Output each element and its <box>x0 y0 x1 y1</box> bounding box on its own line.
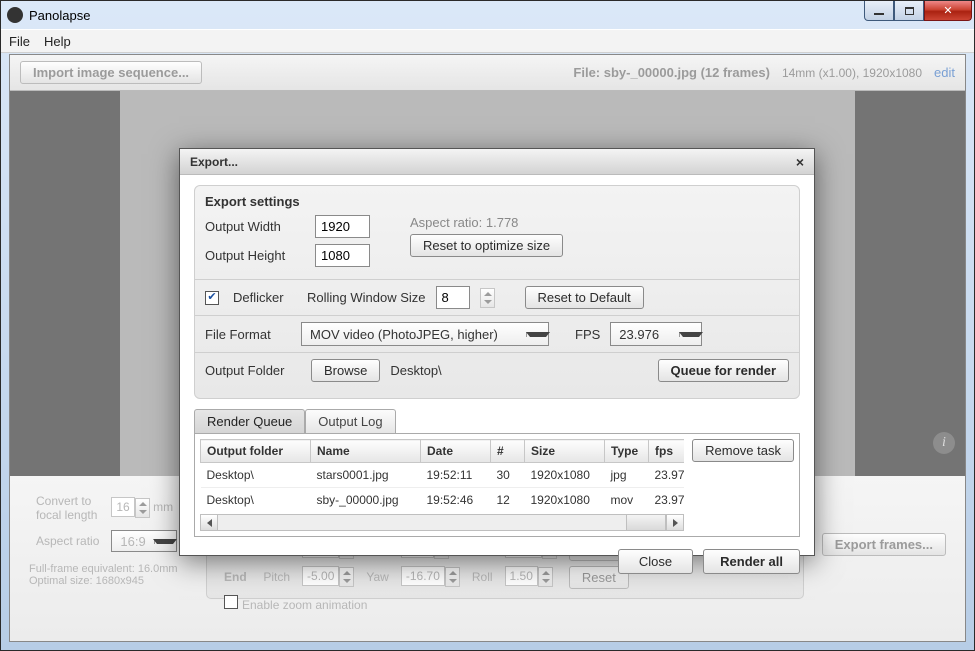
chevron-left-icon <box>207 519 212 527</box>
rolling-window-label: Rolling Window Size <box>307 290 426 305</box>
convert-focal-label: Convert to focal length <box>31 491 104 525</box>
render-all-button[interactable]: Render all <box>703 549 800 574</box>
enable-zoom-label: Enable zoom animation <box>242 598 367 612</box>
tab-render-queue[interactable]: Render Queue <box>194 409 305 433</box>
reset-optimize-size-button[interactable]: Reset to optimize size <box>410 234 563 257</box>
output-height-label: Output Height <box>205 248 305 263</box>
table-row[interactable]: Desktop\sby-_00000.jpg19:52:46121920x108… <box>201 488 685 513</box>
file-format-value: MOV video (PhotoJPEG, higher) <box>302 327 526 342</box>
scroll-left-button[interactable] <box>201 515 218 530</box>
output-width-label: Output Width <box>205 219 305 234</box>
col-fps[interactable]: fps <box>649 440 685 463</box>
full-frame-equiv: Full-frame equivalent: 16.0mm <box>29 563 194 575</box>
aspect-ratio-select[interactable]: 16:9 <box>111 530 176 552</box>
reset-default-button[interactable]: Reset to Default <box>525 286 644 309</box>
output-width-input[interactable] <box>315 215 370 238</box>
close-button[interactable]: ✕ <box>924 1 972 21</box>
output-folder-label: Output Folder <box>205 363 301 378</box>
menu-file[interactable]: File <box>9 34 30 49</box>
info-icon[interactable]: i <box>933 432 955 454</box>
scroll-right-button[interactable] <box>666 515 683 530</box>
col-count[interactable]: # <box>491 440 525 463</box>
deflicker-label: Deflicker <box>233 290 297 305</box>
menu-help[interactable]: Help <box>44 34 71 49</box>
minimize-button[interactable] <box>864 1 894 21</box>
table-row[interactable]: Desktop\stars0001.jpg19:52:11301920x1080… <box>201 463 685 488</box>
fps-value: 23.976 <box>611 327 679 342</box>
rolling-window-input[interactable] <box>436 286 470 309</box>
chevron-down-icon <box>679 332 703 337</box>
maximize-button[interactable] <box>894 1 924 21</box>
chevron-down-icon <box>526 332 550 337</box>
fps-label: FPS <box>575 327 600 342</box>
col-output-folder[interactable]: Output folder <box>201 440 311 463</box>
app-icon <box>7 7 23 23</box>
rolling-window-spinner[interactable] <box>480 288 495 308</box>
export-frames-button[interactable]: Export frames... <box>822 533 946 556</box>
optimal-size: Optimal size: 1680x945 <box>29 575 194 587</box>
scroll-thumb[interactable] <box>626 515 666 530</box>
export-settings-heading: Export settings <box>205 194 789 209</box>
import-sequence-button[interactable]: Import image sequence... <box>20 61 202 84</box>
remove-task-button[interactable]: Remove task <box>692 439 794 462</box>
edit-link[interactable]: edit <box>934 65 955 80</box>
chevron-down-icon <box>153 539 177 544</box>
horizontal-scrollbar[interactable] <box>200 514 684 531</box>
aspect-ratio-readout: Aspect ratio: 1.778 <box>410 215 563 230</box>
aspect-ratio-value: 16:9 <box>112 534 153 549</box>
render-queue-table: Output folder Name Date # Size Type fps … <box>200 439 684 512</box>
output-folder-value: Desktop\ <box>390 363 441 378</box>
mm-label: mm <box>153 500 173 514</box>
col-size[interactable]: Size <box>525 440 605 463</box>
dialog-close-icon[interactable]: × <box>796 154 804 170</box>
col-name[interactable]: Name <box>311 440 421 463</box>
deflicker-checkbox[interactable]: ✔ <box>205 291 219 305</box>
file-format-label: File Format <box>205 327 291 342</box>
aspect-ratio-label: Aspect ratio <box>31 527 104 555</box>
chevron-right-icon <box>673 519 678 527</box>
enable-zoom-checkbox[interactable] <box>224 595 238 609</box>
output-height-input[interactable] <box>315 244 370 267</box>
tab-output-log[interactable]: Output Log <box>305 409 395 433</box>
export-dialog: Export... × Export settings Output Width… <box>179 148 815 556</box>
col-type[interactable]: Type <box>605 440 649 463</box>
loaded-file-label: File: sby-_00000.jpg (12 frames) <box>573 65 770 80</box>
fps-select[interactable]: 23.976 <box>610 322 702 346</box>
window-title: Panolapse <box>29 8 90 23</box>
col-date[interactable]: Date <box>421 440 491 463</box>
convert-focal-spinner[interactable] <box>135 498 150 518</box>
convert-focal-input[interactable]: 16 <box>111 497 134 517</box>
browse-button[interactable]: Browse <box>311 359 380 382</box>
queue-for-render-button[interactable]: Queue for render <box>658 359 789 382</box>
dialog-title: Export... <box>190 155 238 169</box>
lens-info: 14mm (x1.00), 1920x1080 <box>782 66 922 80</box>
file-format-select[interactable]: MOV video (PhotoJPEG, higher) <box>301 322 549 346</box>
close-dialog-button[interactable]: Close <box>618 549 693 574</box>
